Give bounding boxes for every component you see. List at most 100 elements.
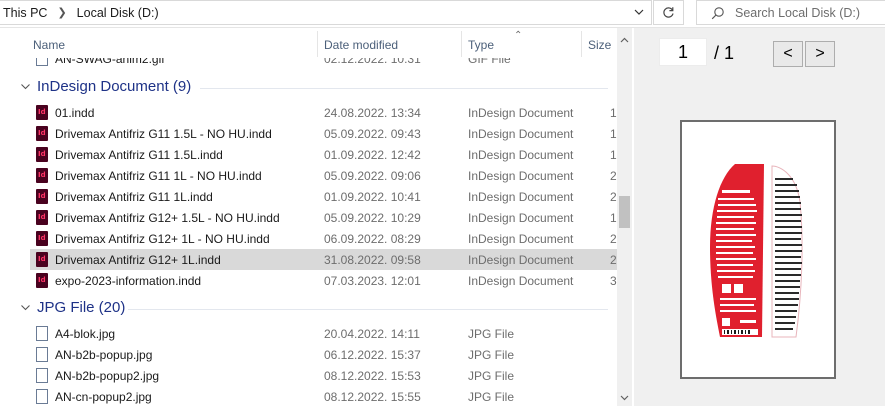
list-item[interactable]: Id expo-2023-information.indd 07.03.2023… bbox=[30, 270, 617, 291]
file-type: InDesign Document bbox=[468, 274, 574, 288]
scroll-down-arrow-icon[interactable] bbox=[620, 393, 629, 402]
breadcrumb-this-pc[interactable]: This PC bbox=[3, 6, 47, 20]
vertical-scrollbar[interactable] bbox=[617, 28, 632, 406]
page-number-input[interactable]: 1 bbox=[659, 38, 707, 66]
file-date: 05.09.2022. 09:43 bbox=[324, 127, 421, 141]
file-type: InDesign Document bbox=[468, 106, 574, 120]
chevron-down-icon[interactable] bbox=[633, 6, 645, 18]
list-item[interactable]: Id Drivemax Antifriz G11 1.5L.indd 01.09… bbox=[30, 144, 617, 165]
jpg-file-icon bbox=[36, 368, 48, 383]
file-date: 05.09.2022. 10:29 bbox=[324, 211, 421, 225]
indd-file-icon: Id bbox=[36, 189, 48, 204]
file-type: JPG File bbox=[468, 390, 515, 404]
list-item[interactable]: Id Drivemax Antifriz G11 1L.indd 01.09.2… bbox=[30, 186, 617, 207]
list-item[interactable]: Id Drivemax Antifriz G12+ 1L - NO HU.ind… bbox=[30, 228, 617, 249]
file-date: 06.12.2022. 15:37 bbox=[324, 348, 421, 362]
file-name: Drivemax Antifriz G12+ 1L - NO HU.indd bbox=[55, 232, 270, 246]
scroll-up-arrow-icon[interactable] bbox=[620, 36, 629, 45]
group-title: InDesign Document (9) bbox=[37, 78, 192, 95]
file-size: 1 bbox=[610, 106, 617, 120]
group-header-jpg[interactable]: JPG File (20) bbox=[0, 296, 617, 320]
preview-toolbar: 1 / 1 < > bbox=[634, 35, 885, 71]
group-title: JPG File (20) bbox=[37, 299, 126, 316]
search-icon bbox=[711, 6, 724, 19]
refresh-button[interactable] bbox=[653, 0, 684, 25]
file-name: Drivemax Antifriz G12+ 1.5L - NO HU.indd bbox=[55, 211, 280, 225]
file-type: InDesign Document bbox=[468, 253, 574, 267]
file-type: InDesign Document bbox=[468, 169, 574, 183]
file-date: 31.08.2022. 09:58 bbox=[324, 253, 421, 267]
indd-file-icon: Id bbox=[36, 147, 48, 162]
sort-ascending-icon: ⌃ bbox=[514, 30, 523, 41]
file-date: 06.09.2022. 08:29 bbox=[324, 232, 421, 246]
column-date-modified[interactable]: Date modified bbox=[324, 38, 398, 52]
list-item[interactable]: AN-cn-popup2.jpg 08.12.2022. 15:55 JPG F… bbox=[30, 386, 617, 406]
jpg-file-icon bbox=[36, 347, 48, 362]
column-divider[interactable] bbox=[461, 31, 462, 57]
address-bar[interactable]: This PC ❯ Local Disk (D:) bbox=[0, 0, 652, 25]
list-item[interactable]: Id Drivemax Antifriz G11 1L - NO HU.indd… bbox=[30, 165, 617, 186]
indd-file-icon: Id bbox=[36, 252, 48, 267]
search-box[interactable]: Search Local Disk (D:) bbox=[696, 0, 885, 25]
file-date: 07.03.2023. 12:01 bbox=[324, 274, 421, 288]
page-total: / 1 bbox=[714, 43, 735, 63]
previous-page-button[interactable]: < bbox=[773, 41, 803, 67]
indd-file-icon: Id bbox=[36, 210, 48, 225]
chevron-down-icon[interactable] bbox=[20, 302, 31, 313]
indd-file-icon: Id bbox=[36, 231, 48, 246]
file-name: Drivemax Antifriz G11 1.5L.indd bbox=[55, 148, 223, 162]
file-size: 1 bbox=[610, 148, 617, 162]
file-date: 01.09.2022. 10:41 bbox=[324, 190, 421, 204]
list-item-selected[interactable]: Id Drivemax Antifriz G12+ 1L.indd 31.08.… bbox=[30, 249, 617, 270]
breadcrumb-separator-icon[interactable]: ❯ bbox=[57, 6, 66, 19]
file-name: Drivemax Antifriz G11 1L - NO HU.indd bbox=[55, 169, 262, 183]
chevron-down-icon[interactable] bbox=[20, 81, 31, 92]
breadcrumb-local-disk[interactable]: Local Disk (D:) bbox=[77, 6, 159, 20]
top-bar: This PC ❯ Local Disk (D:) Search Local D… bbox=[0, 0, 885, 28]
list-item[interactable]: A4-blok.jpg 20.04.2022. 14:11 JPG File bbox=[30, 323, 617, 344]
file-size: 1 bbox=[610, 127, 617, 141]
next-page-button[interactable]: > bbox=[805, 41, 835, 67]
jpg-file-icon bbox=[36, 326, 48, 341]
column-divider[interactable] bbox=[581, 31, 582, 57]
file-type: InDesign Document bbox=[468, 127, 574, 141]
file-name: Drivemax Antifriz G11 1L.indd bbox=[55, 190, 213, 204]
file-size: 2 bbox=[610, 232, 617, 246]
search-input[interactable]: Search Local Disk (D:) bbox=[735, 6, 860, 20]
group-divider bbox=[200, 88, 608, 89]
group-header-indesign[interactable]: InDesign Document (9) bbox=[0, 75, 617, 99]
file-name: A4-blok.jpg bbox=[55, 327, 116, 341]
file-name: AN-b2b-popup.jpg bbox=[55, 348, 153, 362]
file-size: 3 bbox=[610, 274, 617, 288]
file-list[interactable]: AN-SWAG-anim2.gif 02.12.2022. 10:31 GIF … bbox=[0, 28, 617, 406]
file-type: InDesign Document bbox=[468, 148, 574, 162]
list-item[interactable]: Id Drivemax Antifriz G12+ 1.5L - NO HU.i… bbox=[30, 207, 617, 228]
file-name: expo-2023-information.indd bbox=[55, 274, 202, 288]
group-divider bbox=[128, 309, 608, 310]
file-type: JPG File bbox=[468, 348, 515, 362]
file-size: 2 bbox=[610, 169, 617, 183]
file-size: 2 bbox=[610, 253, 617, 267]
file-size: 2 bbox=[610, 190, 617, 204]
file-type: InDesign Document bbox=[468, 211, 574, 225]
list-item[interactable]: AN-b2b-popup2.jpg 08.12.2022. 15:53 JPG … bbox=[30, 365, 617, 386]
document-preview-page bbox=[680, 120, 836, 379]
column-divider[interactable] bbox=[317, 31, 318, 57]
file-size: 1 bbox=[610, 211, 617, 225]
file-date: 08.12.2022. 15:55 bbox=[324, 390, 421, 404]
column-name[interactable]: Name bbox=[33, 38, 65, 52]
column-size[interactable]: Size bbox=[588, 38, 611, 52]
file-date: 01.09.2022. 12:42 bbox=[324, 148, 421, 162]
file-type: JPG File bbox=[468, 327, 515, 341]
file-name: Drivemax Antifriz G12+ 1L.indd bbox=[55, 253, 221, 267]
jpg-file-icon bbox=[36, 389, 48, 404]
indd-file-icon: Id bbox=[36, 126, 48, 141]
preview-pane: 1 / 1 < > bbox=[634, 28, 885, 406]
file-name: Drivemax Antifriz G11 1.5L - NO HU.indd bbox=[55, 127, 272, 141]
list-item[interactable]: Id Drivemax Antifriz G11 1.5L - NO HU.in… bbox=[30, 123, 617, 144]
scrollbar-thumb[interactable] bbox=[619, 196, 630, 228]
file-date: 24.08.2022. 13:34 bbox=[324, 106, 421, 120]
list-item[interactable]: AN-b2b-popup.jpg 06.12.2022. 15:37 JPG F… bbox=[30, 344, 617, 365]
column-type[interactable]: Type bbox=[468, 38, 494, 52]
list-item[interactable]: Id 01.indd 24.08.2022. 13:34 InDesign Do… bbox=[30, 102, 617, 123]
